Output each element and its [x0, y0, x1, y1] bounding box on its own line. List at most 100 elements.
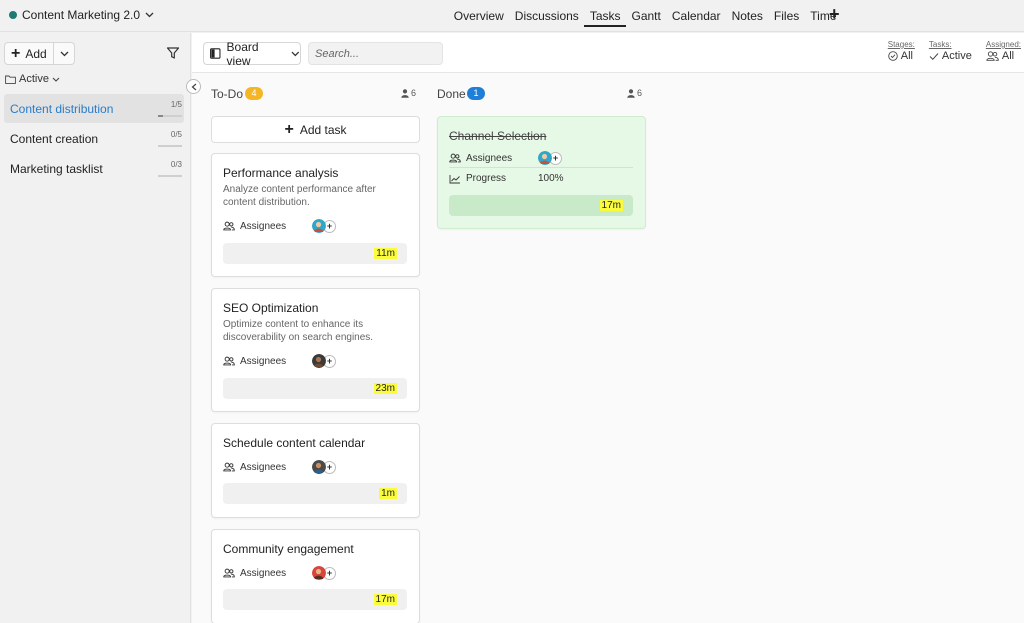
tasklist-progress-fill	[158, 115, 163, 117]
view-selector-label: Board view	[226, 39, 259, 68]
task-description: Optimize content to enhance its discover…	[223, 319, 374, 343]
add-task-button[interactable]: + Add task	[211, 116, 420, 143]
column-title: To-Do	[211, 87, 244, 101]
assignees-label: Assignees	[240, 567, 287, 579]
assignees-row: Assignees +	[223, 460, 336, 474]
add-nav-plus-icon[interactable]: +	[829, 5, 840, 23]
assigned-filter[interactable]: Assigned: All	[986, 40, 1021, 62]
nav-files[interactable]: Files	[768, 7, 804, 27]
tasklist-count: 0/5	[170, 130, 182, 139]
chart-line-icon	[449, 174, 460, 183]
column-users-count: 6	[636, 88, 642, 98]
task-card[interactable]: Channel Selection Assignees + Progress 1…	[437, 116, 646, 229]
task-title: Schedule content calendar	[223, 436, 366, 450]
users-icon	[223, 356, 235, 366]
users-icon	[223, 221, 235, 231]
add-button[interactable]: + Add	[5, 43, 54, 64]
task-card[interactable]: Performance analysis Analyze content per…	[211, 153, 420, 277]
chevron-down-icon	[60, 51, 68, 56]
task-card[interactable]: Schedule content calendar Assignees + 1m	[211, 423, 420, 518]
progress-value: 100%	[538, 173, 564, 184]
nav-discussions[interactable]: Discussions	[509, 7, 584, 27]
time-tracking-bar[interactable]: 17m	[223, 589, 407, 610]
circle-check-icon	[887, 51, 898, 61]
task-card[interactable]: Community engagement Assignees + 17m	[211, 529, 420, 623]
tasklist-name: Content creation	[10, 132, 99, 146]
filter-icon[interactable]	[166, 46, 180, 60]
board-filters: Stages: All Tasks: Active Assigned: All	[888, 40, 1021, 62]
time-spent: 23m	[373, 383, 397, 394]
tasklist-item[interactable]: Content distribution 1/5	[4, 94, 184, 123]
tasklist-item[interactable]: Content creation 0/5	[4, 124, 184, 153]
top-bar: Content Marketing 2.0 Overview Discussio…	[0, 0, 1024, 32]
assignees-row: Assignees +	[223, 219, 336, 233]
time-tracking-bar[interactable]: 17m	[449, 195, 633, 216]
time-tracking-bar[interactable]: 1m	[223, 483, 407, 504]
board-area: Board view Stages: All Tasks: Active Ass…	[192, 33, 1024, 623]
time-tracking-bar[interactable]: 11m	[223, 243, 407, 264]
assignees-row: Assignees +	[223, 566, 336, 580]
task-title: SEO Optimization	[223, 301, 319, 315]
tasklist-progress-bar	[158, 115, 182, 117]
task-card[interactable]: SEO Optimization Optimize content to enh…	[211, 288, 420, 412]
tasks-filter[interactable]: Tasks: Active	[929, 40, 972, 62]
chevron-left-icon	[191, 83, 196, 90]
assignees-row: Assignees +	[223, 354, 336, 368]
time-tracking-bar[interactable]: 23m	[223, 378, 407, 399]
nav-overview[interactable]: Overview	[448, 7, 509, 27]
assigned-filter-label: Assigned:	[985, 40, 1021, 49]
tasks-filter-label: Tasks:	[928, 40, 952, 49]
chevron-down-icon	[145, 10, 154, 20]
project-selector[interactable]: Content Marketing 2.0	[9, 8, 154, 22]
time-spent: 17m	[373, 594, 397, 605]
assignees-label: Assignees	[466, 152, 513, 164]
project-color-dot	[9, 11, 17, 19]
avatar[interactable]	[312, 219, 326, 233]
nav-gantt[interactable]: Gantt	[626, 7, 666, 27]
avatar[interactable]	[312, 460, 326, 474]
plus-icon: +	[11, 44, 21, 62]
nav-tasks[interactable]: Tasks	[584, 7, 626, 27]
column-header: Done 1 6	[437, 85, 646, 105]
avatar[interactable]	[538, 151, 552, 165]
assignees-label: Assignees	[240, 461, 287, 473]
tasks-filter-value: Active	[941, 50, 972, 62]
column-count-badge: 4	[245, 87, 263, 100]
assignee-avatars: +	[312, 460, 336, 474]
tasklist-progress-bar	[158, 145, 182, 147]
column-users-count: 6	[410, 88, 416, 98]
tasklist-name: Content distribution	[10, 102, 114, 116]
card-divider	[449, 167, 633, 168]
assignee-avatars: +	[312, 566, 336, 580]
view-selector[interactable]: Board view	[203, 39, 301, 68]
column-done: Done 1 6 Channel Selection Assignees + P…	[437, 85, 646, 229]
avatar[interactable]	[312, 354, 326, 368]
users-icon	[223, 462, 235, 472]
column-users: 6	[627, 88, 642, 98]
tasklist-count: 0/3	[170, 160, 182, 169]
avatar[interactable]	[312, 566, 326, 580]
check-icon	[929, 52, 939, 60]
task-title: Channel Selection	[449, 129, 547, 143]
assignees-label: Assignees	[240, 355, 287, 367]
users-icon	[986, 51, 999, 61]
assignees-row: Assignees +	[449, 151, 562, 165]
progress-label: Progress	[466, 173, 507, 184]
users-icon	[223, 568, 235, 578]
tasklist-group-label: Active	[19, 73, 49, 85]
board-view-icon	[210, 48, 221, 59]
nav-notes[interactable]: Notes	[726, 7, 768, 27]
tasklist-group-toggle[interactable]: Active	[5, 73, 60, 85]
collapse-sidebar-button[interactable]	[186, 79, 201, 94]
stages-filter[interactable]: Stages: All	[888, 40, 915, 62]
add-dropdown-button[interactable]	[54, 49, 74, 59]
column-header: To-Do 4 6	[211, 85, 420, 105]
nav-calendar[interactable]: Calendar	[666, 7, 726, 27]
tasklist-item[interactable]: Marketing tasklist 0/3	[4, 154, 184, 183]
project-nav: Overview Discussions Tasks Gantt Calenda…	[448, 7, 842, 29]
time-spent: 17m	[599, 200, 623, 211]
users-icon	[449, 153, 461, 163]
search-input[interactable]	[308, 42, 443, 65]
time-spent: 11m	[374, 248, 397, 259]
assignee-avatars: +	[312, 354, 336, 368]
